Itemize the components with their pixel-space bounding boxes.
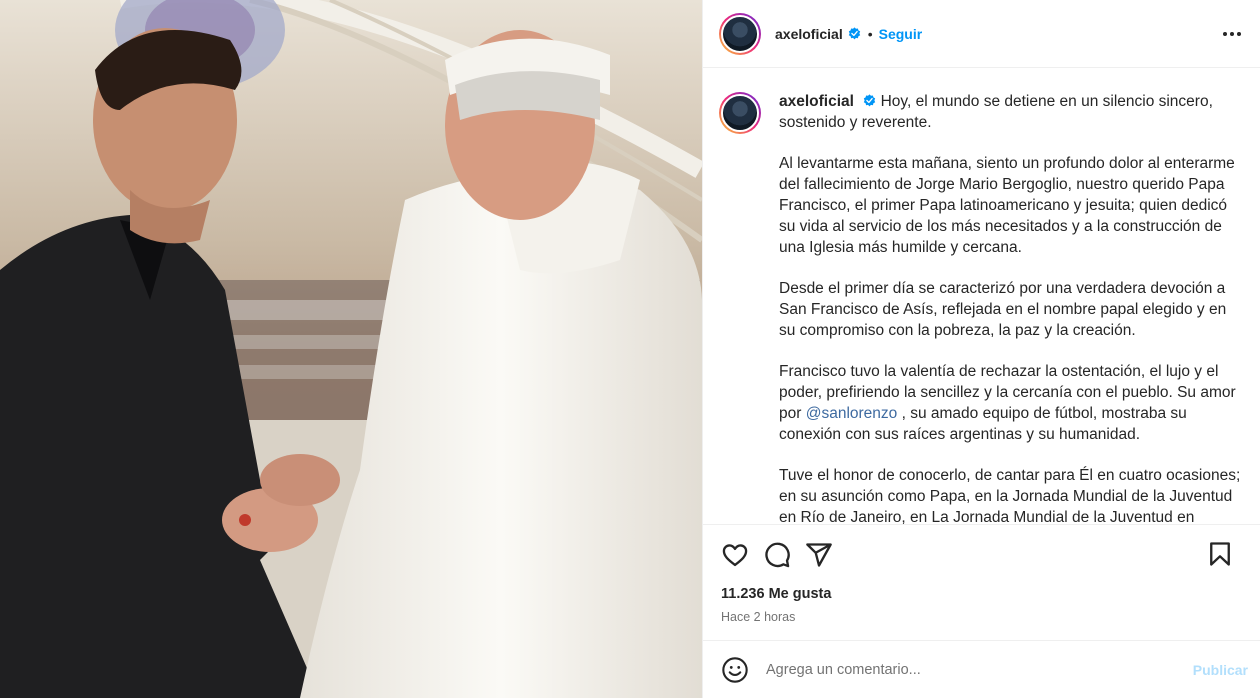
avatar[interactable]: [719, 12, 761, 55]
caption-area[interactable]: axeloficial Hoy, el mundo se detiene en …: [703, 68, 1260, 524]
more-options-icon[interactable]: [1220, 24, 1244, 44]
mention-link[interactable]: @sanlorenzo: [806, 405, 898, 422]
publish-button[interactable]: Publicar: [1193, 662, 1248, 678]
bookmark-icon[interactable]: [1206, 540, 1234, 568]
comment-icon[interactable]: [763, 541, 791, 569]
verified-icon: [848, 27, 860, 40]
emoji-icon[interactable]: [721, 656, 749, 684]
likes-count[interactable]: 11.236 Me gusta: [703, 584, 1260, 606]
post-photo-illustration: [0, 0, 702, 698]
caption-paragraph-2: Al levantarme esta mañana, siento un pro…: [779, 155, 1235, 256]
caption-username[interactable]: axeloficial: [779, 93, 854, 110]
share-icon[interactable]: [805, 541, 833, 569]
post-actions: [703, 524, 1260, 584]
caption-text: axeloficial Hoy, el mundo se detiene en …: [779, 92, 1244, 524]
post-timestamp[interactable]: Hace 2 horas: [703, 606, 1260, 640]
caption-avatar[interactable]: [719, 92, 761, 134]
username[interactable]: axeloficial: [775, 26, 843, 42]
verified-icon: [864, 94, 876, 107]
post-side-panel: axeloficial • Seguir axeloficial Hoy, el…: [702, 0, 1260, 698]
post-header: axeloficial • Seguir: [703, 0, 1260, 68]
caption-paragraph-5: Tuve el honor de conocerlo, de cantar pa…: [779, 467, 1241, 524]
heart-icon[interactable]: [721, 541, 749, 569]
comment-input[interactable]: [766, 661, 1166, 678]
header-separator: •: [867, 25, 873, 42]
caption-paragraph-3: Desde el primer día se caracterizó por u…: [779, 280, 1227, 339]
comment-bar: Publicar: [703, 640, 1260, 698]
post-image[interactable]: [0, 0, 702, 698]
follow-button[interactable]: Seguir: [879, 26, 923, 42]
